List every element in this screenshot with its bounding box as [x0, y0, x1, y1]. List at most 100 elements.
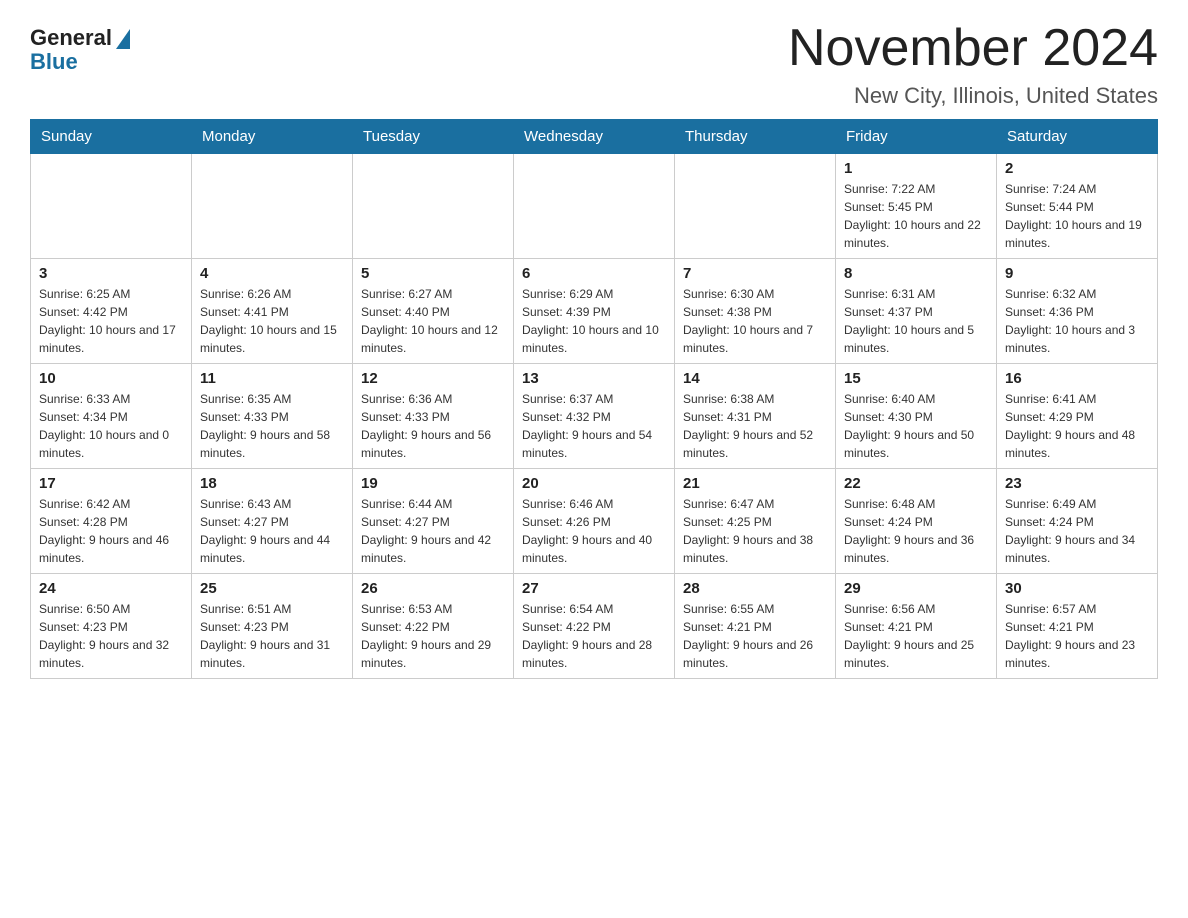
day-info: Sunrise: 7:22 AMSunset: 5:45 PMDaylight:… [844, 180, 988, 252]
day-number: 14 [683, 370, 827, 387]
day-number: 8 [844, 265, 988, 282]
day-info: Sunrise: 6:32 AMSunset: 4:36 PMDaylight:… [1005, 285, 1149, 357]
calendar-week-row: 24Sunrise: 6:50 AMSunset: 4:23 PMDayligh… [31, 574, 1158, 679]
day-info: Sunrise: 6:40 AMSunset: 4:30 PMDaylight:… [844, 390, 988, 462]
day-info: Sunrise: 6:43 AMSunset: 4:27 PMDaylight:… [200, 495, 344, 567]
day-number: 24 [39, 580, 183, 597]
calendar-day-cell: 4 Sunrise: 6:26 AMSunset: 4:41 PMDaylight… [192, 259, 353, 364]
day-number: 5 [361, 265, 505, 282]
day-number: 30 [1005, 580, 1149, 597]
page-subtitle: New City, Illinois, United States [788, 83, 1158, 109]
calendar-day-cell: 17 Sunrise: 6:42 AMSunset: 4:28 PMDayligh… [31, 469, 192, 574]
day-info: Sunrise: 6:57 AMSunset: 4:21 PMDaylight:… [1005, 600, 1149, 672]
calendar-day-cell [514, 154, 675, 259]
calendar-day-cell: 19Sunrise: 6:44 AMSunset: 4:27 PMDayligh… [353, 469, 514, 574]
day-info: Sunrise: 7:24 AMSunset: 5:44 PMDaylight:… [1005, 180, 1149, 252]
logo-arrow-icon [116, 29, 130, 49]
day-info: Sunrise: 6:38 AMSunset: 4:31 PMDaylight:… [683, 390, 827, 462]
day-info: Sunrise: 6:44 AMSunset: 4:27 PMDaylight:… [361, 495, 505, 567]
calendar-week-row: 3 Sunrise: 6:25 AMSunset: 4:42 PMDaylight… [31, 259, 1158, 364]
calendar-week-row: 1Sunrise: 7:22 AMSunset: 5:45 PMDaylight… [31, 154, 1158, 259]
day-info: Sunrise: 6:31 AMSunset: 4:37 PMDaylight:… [844, 285, 988, 357]
day-number: 6 [522, 265, 666, 282]
calendar-day-cell: 8 Sunrise: 6:31 AMSunset: 4:37 PMDaylight… [836, 259, 997, 364]
day-info: Sunrise: 6:41 AMSunset: 4:29 PMDaylight:… [1005, 390, 1149, 462]
day-number: 29 [844, 580, 988, 597]
day-info: Sunrise: 6:49 AMSunset: 4:24 PMDaylight:… [1005, 495, 1149, 567]
day-info: Sunrise: 6:26 AMSunset: 4:41 PMDaylight:… [200, 285, 344, 357]
day-number: 21 [683, 475, 827, 492]
day-info: Sunrise: 6:55 AMSunset: 4:21 PMDaylight:… [683, 600, 827, 672]
day-number: 2 [1005, 160, 1149, 177]
day-info: Sunrise: 6:25 AMSunset: 4:42 PMDaylight:… [39, 285, 183, 357]
calendar-day-cell: 9 Sunrise: 6:32 AMSunset: 4:36 PMDaylight… [997, 259, 1158, 364]
day-number: 27 [522, 580, 666, 597]
calendar-day-cell [192, 154, 353, 259]
weekday-header-sunday: Sunday [31, 120, 192, 154]
calendar-day-cell: 14 Sunrise: 6:38 AMSunset: 4:31 PMDayligh… [675, 364, 836, 469]
calendar-day-cell: 11 Sunrise: 6:35 AMSunset: 4:33 PMDayligh… [192, 364, 353, 469]
calendar-day-cell: 16 Sunrise: 6:41 AMSunset: 4:29 PMDayligh… [997, 364, 1158, 469]
day-number: 22 [844, 475, 988, 492]
weekday-header-row: SundayMondayTuesdayWednesdayThursdayFrid… [31, 120, 1158, 154]
day-info: Sunrise: 6:42 AMSunset: 4:28 PMDaylight:… [39, 495, 183, 567]
title-section: November 2024 New City, Illinois, United… [788, 20, 1158, 109]
day-number: 4 [200, 265, 344, 282]
calendar-day-cell [353, 154, 514, 259]
day-number: 26 [361, 580, 505, 597]
day-number: 9 [1005, 265, 1149, 282]
page-title: November 2024 [788, 20, 1158, 77]
calendar-day-cell: 10 Sunrise: 6:33 AMSunset: 4:34 PMDayligh… [31, 364, 192, 469]
day-number: 15 [844, 370, 988, 387]
day-number: 25 [200, 580, 344, 597]
calendar-day-cell: 12 Sunrise: 6:36 AMSunset: 4:33 PMDayligh… [353, 364, 514, 469]
weekday-header-wednesday: Wednesday [514, 120, 675, 154]
day-number: 28 [683, 580, 827, 597]
calendar-day-cell: 25Sunrise: 6:51 AMSunset: 4:23 PMDayligh… [192, 574, 353, 679]
calendar-day-cell [31, 154, 192, 259]
weekday-header-tuesday: Tuesday [353, 120, 514, 154]
day-info: Sunrise: 6:47 AMSunset: 4:25 PMDaylight:… [683, 495, 827, 567]
calendar-day-cell: 28 Sunrise: 6:55 AMSunset: 4:21 PMDayligh… [675, 574, 836, 679]
calendar-day-cell: 23 Sunrise: 6:49 AMSunset: 4:24 PMDayligh… [997, 469, 1158, 574]
calendar-day-cell: 2 Sunrise: 7:24 AMSunset: 5:44 PMDaylight… [997, 154, 1158, 259]
day-info: Sunrise: 6:37 AMSunset: 4:32 PMDaylight:… [522, 390, 666, 462]
day-info: Sunrise: 6:46 AMSunset: 4:26 PMDaylight:… [522, 495, 666, 567]
day-number: 13 [522, 370, 666, 387]
day-number: 3 [39, 265, 183, 282]
calendar-day-cell: 7Sunrise: 6:30 AMSunset: 4:38 PMDaylight… [675, 259, 836, 364]
day-number: 20 [522, 475, 666, 492]
logo-blue-text: Blue [30, 49, 78, 75]
day-number: 23 [1005, 475, 1149, 492]
day-info: Sunrise: 6:48 AMSunset: 4:24 PMDaylight:… [844, 495, 988, 567]
calendar-day-cell: 29 Sunrise: 6:56 AMSunset: 4:21 PMDayligh… [836, 574, 997, 679]
weekday-header-friday: Friday [836, 120, 997, 154]
day-number: 11 [200, 370, 344, 387]
calendar-day-cell: 24Sunrise: 6:50 AMSunset: 4:23 PMDayligh… [31, 574, 192, 679]
day-number: 7 [683, 265, 827, 282]
day-number: 16 [1005, 370, 1149, 387]
day-number: 17 [39, 475, 183, 492]
calendar-day-cell: 18 Sunrise: 6:43 AMSunset: 4:27 PMDayligh… [192, 469, 353, 574]
calendar-day-cell: 27Sunrise: 6:54 AMSunset: 4:22 PMDayligh… [514, 574, 675, 679]
weekday-header-thursday: Thursday [675, 120, 836, 154]
day-info: Sunrise: 6:27 AMSunset: 4:40 PMDaylight:… [361, 285, 505, 357]
calendar-week-row: 10 Sunrise: 6:33 AMSunset: 4:34 PMDayligh… [31, 364, 1158, 469]
weekday-header-monday: Monday [192, 120, 353, 154]
page-header: General Blue November 2024 New City, Ill… [30, 20, 1158, 109]
day-number: 12 [361, 370, 505, 387]
logo: General Blue [30, 25, 130, 75]
day-info: Sunrise: 6:33 AMSunset: 4:34 PMDaylight:… [39, 390, 183, 462]
calendar-day-cell: 15 Sunrise: 6:40 AMSunset: 4:30 PMDayligh… [836, 364, 997, 469]
calendar-day-cell: 30 Sunrise: 6:57 AMSunset: 4:21 PMDayligh… [997, 574, 1158, 679]
day-number: 18 [200, 475, 344, 492]
calendar-header: SundayMondayTuesdayWednesdayThursdayFrid… [31, 120, 1158, 154]
day-info: Sunrise: 6:36 AMSunset: 4:33 PMDaylight:… [361, 390, 505, 462]
calendar-table: SundayMondayTuesdayWednesdayThursdayFrid… [30, 119, 1158, 679]
day-info: Sunrise: 6:35 AMSunset: 4:33 PMDaylight:… [200, 390, 344, 462]
day-info: Sunrise: 6:56 AMSunset: 4:21 PMDaylight:… [844, 600, 988, 672]
day-number: 10 [39, 370, 183, 387]
calendar-day-cell: 20 Sunrise: 6:46 AMSunset: 4:26 PMDayligh… [514, 469, 675, 574]
calendar-body: 1Sunrise: 7:22 AMSunset: 5:45 PMDaylight… [31, 154, 1158, 679]
logo-general-text: General [30, 25, 112, 51]
